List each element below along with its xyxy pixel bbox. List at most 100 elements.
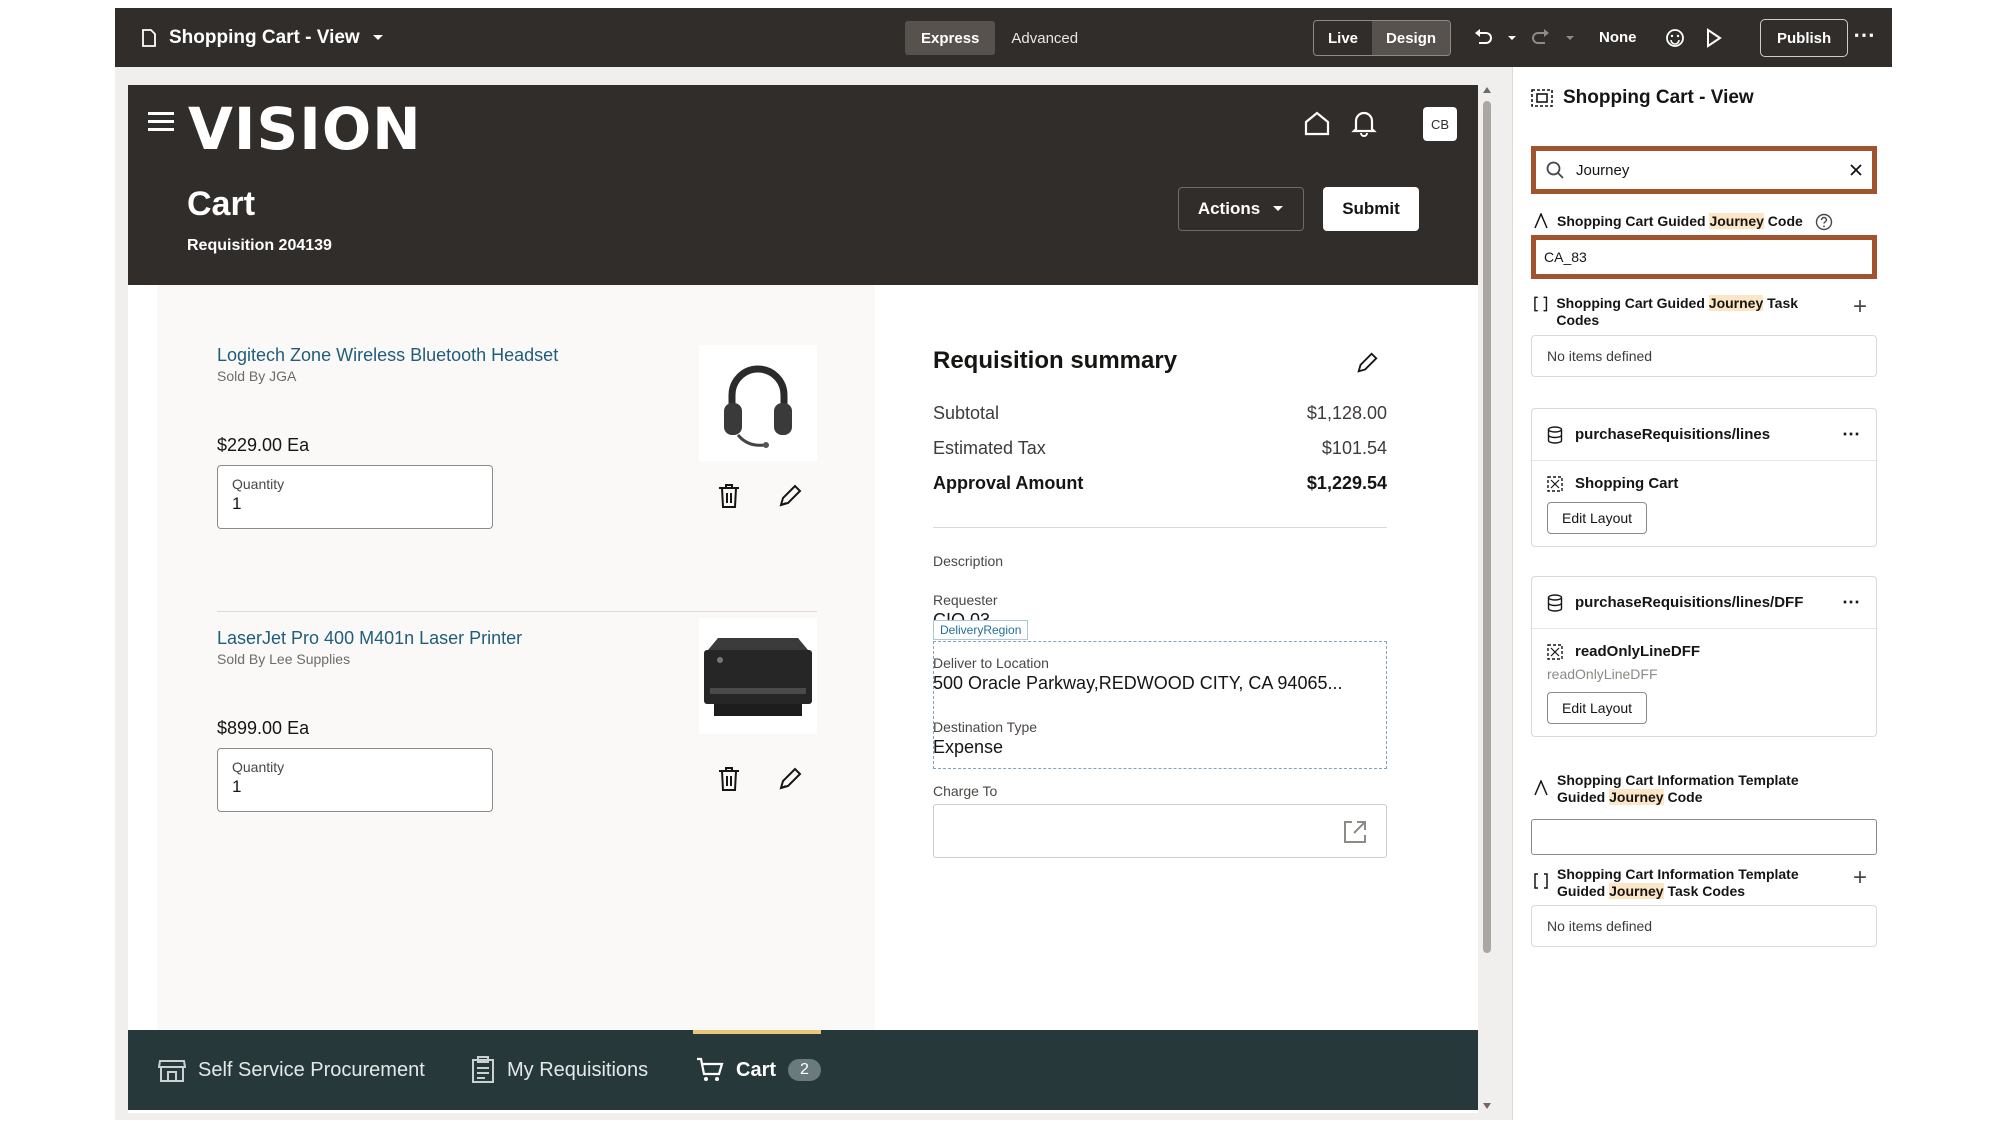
designer-toolbar: Shopping Cart - View Express Advanced Li… [115, 8, 1892, 67]
clear-icon[interactable] [1850, 164, 1862, 176]
add-icon[interactable]: + [1853, 293, 1867, 321]
store-icon [158, 1060, 186, 1082]
approval-value: $1,229.54 [1306, 473, 1387, 493]
search-input[interactable] [1576, 161, 1838, 179]
card-title: purchaseRequisitions/lines/DFF [1575, 594, 1804, 611]
edit-pencil-icon[interactable] [1355, 351, 1379, 375]
prop-label-text: Shopping Cart Guided Journey Code [1557, 213, 1803, 229]
chevron-down-icon [372, 34, 383, 40]
design-button[interactable]: Design [1372, 21, 1451, 55]
live-button[interactable]: Live [1314, 21, 1372, 55]
redo-menu-chevron-icon[interactable] [1565, 35, 1575, 41]
dff-card: purchaseRequisitions/lines/DFF ⋯ readOnl… [1531, 576, 1877, 737]
panel-header: Shopping Cart - View [1531, 87, 1754, 109]
scroll-up-arrow-icon[interactable] [1483, 87, 1491, 93]
actions-button[interactable]: Actions [1178, 187, 1304, 231]
advanced-tab[interactable]: Advanced [995, 21, 1094, 55]
delete-icon[interactable] [717, 483, 741, 509]
tax-label: Estimated Tax [933, 438, 1046, 458]
live-design-toggle: Live Design [1313, 20, 1452, 56]
charge-to-label: Charge To [933, 783, 998, 799]
scroll-down-arrow-icon[interactable] [1483, 1103, 1491, 1109]
prop-info-template-journey-code: Shopping Cart Information Template Guided… [1533, 772, 1833, 806]
quantity-field[interactable]: Quantity 1 [217, 748, 493, 812]
nav-cart[interactable]: Cart 2 [696, 1030, 821, 1110]
preview-scrollbar[interactable] [1480, 85, 1494, 1113]
task-codes-empty: No items defined [1531, 335, 1877, 377]
designer-frame: Shopping Cart - View Express Advanced Li… [115, 8, 1892, 1120]
array-type-icon [1534, 296, 1548, 312]
add-icon[interactable]: + [1853, 864, 1867, 892]
external-link-icon[interactable] [1342, 819, 1368, 845]
smiley-icon[interactable] [1665, 28, 1685, 48]
card-header: purchaseRequisitions/lines/DFF ⋯ [1532, 577, 1876, 629]
publish-button[interactable]: Publish [1760, 19, 1849, 57]
edit-pencil-icon[interactable] [777, 766, 803, 792]
card-sub-title: Shopping Cart [1575, 475, 1679, 492]
item-actions [717, 766, 803, 792]
user-avatar[interactable]: CB [1423, 107, 1457, 141]
page-icon [142, 28, 156, 47]
scroll-thumb[interactable] [1483, 101, 1491, 953]
undo-icon[interactable] [1473, 28, 1493, 47]
app-preview: VISION CB Cart Requisition 204139 Action… [128, 85, 1478, 1113]
delete-icon[interactable] [717, 766, 741, 792]
description-label: Description [933, 553, 1004, 569]
bell-icon[interactable] [1351, 109, 1377, 137]
headset-image [699, 345, 817, 461]
text-type-icon [1534, 213, 1548, 229]
prop-label-text: Shopping Cart Guided Journey Task Codes [1556, 295, 1799, 328]
printer-image [699, 618, 817, 734]
cart-item: LaserJet Pro 400 M401n Laser Printer Sol… [217, 618, 817, 828]
edit-layout-button[interactable]: Edit Layout [1547, 692, 1648, 724]
undo-menu-chevron-icon[interactable] [1507, 35, 1517, 41]
requester-label: Requester [933, 592, 998, 608]
journey-code-input[interactable]: CA_83 [1531, 235, 1877, 279]
prop-guided-journey-code: Shopping Cart Guided Journey Code [1533, 213, 1833, 231]
prop-info-template-journey-task-codes: Shopping Cart Information Template Guided… [1533, 866, 1833, 900]
edit-layout-button[interactable]: Edit Layout [1547, 502, 1648, 534]
property-search[interactable] [1531, 146, 1877, 194]
quantity-value: 1 [232, 777, 242, 796]
card-note: readOnlyLineDFF [1547, 666, 1658, 682]
none-selector[interactable]: None [1599, 29, 1637, 46]
play-icon[interactable] [1705, 27, 1723, 48]
database-icon [1547, 593, 1563, 612]
express-tab[interactable]: Express [905, 21, 996, 55]
page-title-cart: Cart [187, 185, 256, 223]
search-icon [1546, 161, 1564, 179]
nav-self-service[interactable]: Self Service Procurement [158, 1030, 425, 1110]
approval-row: Approval Amount $1,229.54 [933, 473, 1387, 494]
subtotal-label: Subtotal [933, 403, 1000, 423]
charge-to-field[interactable] [933, 804, 1387, 858]
info-template-code-input[interactable] [1531, 819, 1877, 855]
nav-cart-label: Cart [736, 1058, 777, 1081]
hamburger-menu-icon[interactable] [148, 111, 176, 133]
panel-title: Shopping Cart - View [1563, 87, 1754, 108]
nav-my-requisitions[interactable]: My Requisitions [471, 1030, 648, 1110]
header-icons [1303, 109, 1377, 137]
help-icon[interactable] [1815, 213, 1833, 231]
prop-label-text: Shopping Cart Information Template Guided… [1557, 772, 1799, 805]
layout-icon [1547, 475, 1563, 492]
page-title: Shopping Cart - View [169, 26, 360, 48]
card-menu-icon[interactable]: ⋯ [1842, 424, 1861, 445]
requisition-summary: Requisition summary Subtotal $1,128.00 E… [875, 285, 1449, 1030]
destination-type-label: Destination Type [933, 719, 1038, 735]
home-icon[interactable] [1303, 110, 1331, 136]
quantity-field[interactable]: Quantity 1 [217, 465, 493, 529]
destination-type-value: Expense [933, 737, 1004, 757]
submit-button[interactable]: Submit [1323, 187, 1419, 231]
cart-icon [697, 1057, 724, 1081]
redo-icon[interactable] [1531, 28, 1551, 47]
page-selector[interactable]: Shopping Cart - View [141, 8, 384, 67]
edit-pencil-icon[interactable] [777, 483, 803, 509]
database-icon [1547, 425, 1563, 444]
card-header: purchaseRequisitions/lines ⋯ [1532, 409, 1876, 461]
headset-icon [724, 365, 792, 448]
bottom-navigation: Self Service Procurement My Requisitions… [128, 1030, 1478, 1110]
prop-guided-journey-task-codes: Shopping Cart Guided Journey Task Codes [1533, 295, 1833, 329]
more-options-icon[interactable]: ⋯ [1853, 22, 1876, 48]
card-menu-icon[interactable]: ⋯ [1842, 592, 1861, 613]
clipboard-icon [472, 1056, 494, 1083]
